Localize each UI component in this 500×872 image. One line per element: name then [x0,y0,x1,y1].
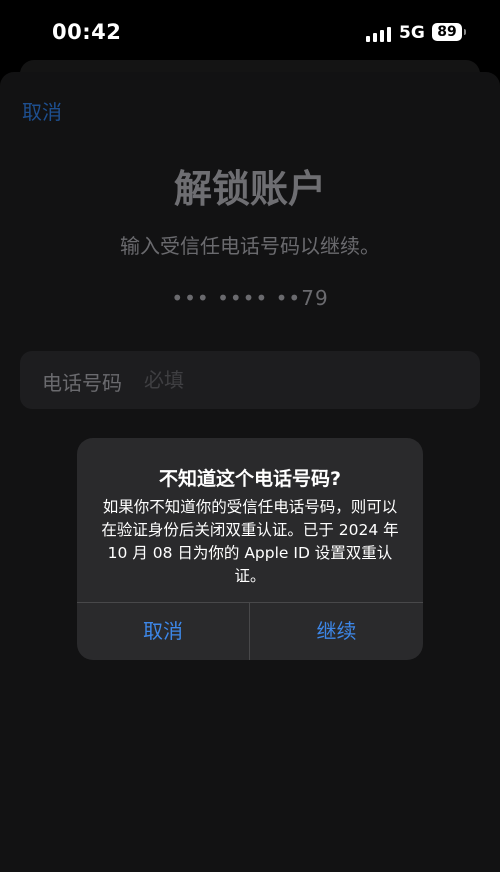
alert-cancel-button[interactable]: 取消 [77,603,249,660]
battery-icon: 89 [432,23,462,41]
network-type: 5G [399,23,425,43]
signal-icon [366,26,392,42]
unknown-number-alert: 不知道这个电话号码? 如果你不知道你的受信任电话号码，则可以在验证身份后关闭双重… [77,438,423,660]
status-time: 00:42 [52,20,122,44]
phone-number-input[interactable] [142,363,446,397]
alert-message: 如果你不知道你的受信任电话号码，则可以在验证身份后关闭双重认证。已于 2024 … [101,498,399,585]
page-subtitle: 输入受信任电话号码以继续。 [120,234,380,258]
battery-tip [464,29,466,35]
masked-phone-number: ••• •••• ••79 [171,286,329,310]
phone-number-field[interactable]: 电话号码 [20,351,480,409]
phone-number-label: 电话号码 [42,371,122,395]
status-bar: 00:42 5G 89 [0,0,500,60]
page-title: 解锁账户 [173,167,326,211]
alert-title: 不知道这个电话号码? [158,468,342,490]
nav-cancel-button[interactable]: 取消 [22,96,62,125]
alert-continue-button[interactable]: 继续 [250,603,423,660]
